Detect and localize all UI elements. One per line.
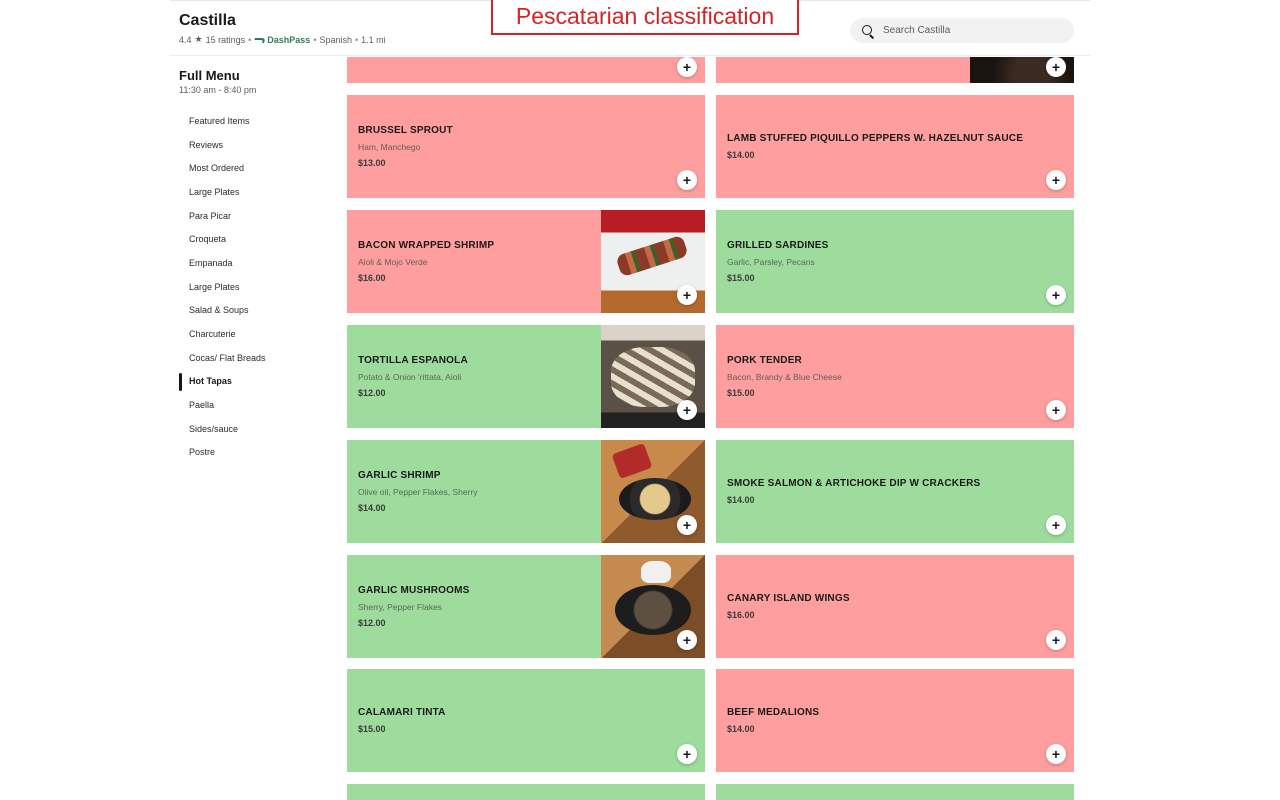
dashpass-icon <box>254 37 265 43</box>
search-input[interactable] <box>883 25 1053 36</box>
menu-item-card-smoke-salmon[interactable]: SMOKE SALMON & ARTICHOKE DIP W CRACKERS … <box>716 440 1074 543</box>
nav-item-large-plates[interactable]: Large Plates <box>179 180 329 204</box>
store-meta: 4.4 ★ 15 ratings • DashPass • Spanish • … <box>179 34 386 45</box>
header-divider <box>170 55 1090 56</box>
menu-item-card[interactable] <box>347 784 705 800</box>
menu-item-card-bacon-wrapped-shrimp[interactable]: BACON WRAPPED SHRIMP Aioli & Mojo Verde … <box>347 210 705 313</box>
menu-item-name: BEEF MEDALIONS <box>727 707 820 718</box>
menu-item-price: $12.00 <box>358 618 386 628</box>
menu-item-name: GRILLED SARDINES <box>727 240 829 251</box>
menu-item-price: $14.00 <box>727 724 755 734</box>
add-item-button[interactable]: + <box>677 515 697 535</box>
nav-item-postre[interactable]: Postre <box>179 441 329 465</box>
nav-item-cocas-flat-breads[interactable]: Cocas/ Flat Breads <box>179 346 329 370</box>
menu-item-name: BACON WRAPPED SHRIMP <box>358 240 495 251</box>
menu-item-price: $14.00 <box>358 503 386 513</box>
add-item-button[interactable]: + <box>677 744 697 764</box>
menu-item-price: $12.00 <box>358 388 386 398</box>
menu-item-card-calamari-tinta[interactable]: CALAMARI TINTA $15.00 + <box>347 669 705 772</box>
nav-item-croqueta[interactable]: Croqueta <box>179 227 329 251</box>
nav-item-empanada[interactable]: Empanada <box>179 251 329 275</box>
menu-item-price: $15.00 <box>358 724 386 734</box>
nav-item-reviews[interactable]: Reviews <box>179 133 329 157</box>
annotation-label: Pescatarian classification <box>491 0 799 35</box>
add-item-button[interactable]: + <box>677 170 697 190</box>
menu-item-card[interactable]: + <box>347 57 705 83</box>
menu-item-price: $16.00 <box>358 273 386 283</box>
menu-item-card-grilled-sardines[interactable]: GRILLED SARDINES Garlic, Parsley, Pecans… <box>716 210 1074 313</box>
menu-item-description: Olive oil, Pepper Flakes, Sherry <box>358 487 478 497</box>
menu-item-card[interactable]: + <box>716 57 1074 83</box>
menu-title: Full Menu <box>179 68 240 83</box>
search-bar[interactable] <box>850 18 1074 43</box>
add-item-button[interactable]: + <box>677 57 697 77</box>
nav-item-para-picar[interactable]: Para Picar <box>179 204 329 228</box>
menu-item-description: Ham, Manchego <box>358 142 421 152</box>
menu-item-name: GARLIC SHRIMP <box>358 470 441 481</box>
star-icon: ★ <box>194 34 203 44</box>
menu-item-price: $13.00 <box>358 158 386 168</box>
menu-item-card[interactable] <box>716 784 1074 800</box>
menu-item-price: $15.00 <box>727 388 755 398</box>
nav-item-hot-tapas[interactable]: Hot Tapas <box>179 370 329 394</box>
menu-item-description: Bacon, Brandy & Blue Cheese <box>727 372 842 382</box>
menu-hours: 11:30 am - 8:40 pm <box>179 85 257 95</box>
add-item-button[interactable]: + <box>677 400 697 420</box>
nav-item-paella[interactable]: Paella <box>179 393 329 417</box>
dashpass-badge: DashPass <box>254 35 310 45</box>
menu-item-price: $16.00 <box>727 610 755 620</box>
nav-item-most-ordered[interactable]: Most Ordered <box>179 156 329 180</box>
store-cuisine: Spanish <box>319 34 352 45</box>
menu-item-description: Aioli & Mojo Verde <box>358 257 428 267</box>
store-name[interactable]: Castilla <box>179 12 236 30</box>
search-icon <box>861 24 875 38</box>
dashpass-label: DashPass <box>267 34 311 45</box>
menu-item-description: Garlic, Parsley, Pecans <box>727 257 815 267</box>
menu-item-card-garlic-shrimp[interactable]: GARLIC SHRIMP Olive oil, Pepper Flakes, … <box>347 440 705 543</box>
add-item-button[interactable]: + <box>1046 400 1066 420</box>
menu-item-price: $14.00 <box>727 150 755 160</box>
menu-item-card-canary-island-wings[interactable]: CANARY ISLAND WINGS $16.00 + <box>716 555 1074 658</box>
nav-item-charcuterie[interactable]: Charcuterie <box>179 322 329 346</box>
menu-item-name: GARLIC MUSHROOMS <box>358 585 470 596</box>
menu-item-description: Potato & Onion 'rittata, Aioli <box>358 372 462 382</box>
add-item-button[interactable]: + <box>1046 515 1066 535</box>
menu-item-name: SMOKE SALMON & ARTICHOKE DIP W CRACKERS <box>727 478 981 489</box>
store-distance: 1.1 mi <box>361 34 386 45</box>
store-ratings-count[interactable]: 15 ratings <box>206 35 246 45</box>
separator-dot: • <box>313 34 317 45</box>
menu-item-name: TORTILLA ESPANOLA <box>358 355 468 366</box>
menu-item-name: CALAMARI TINTA <box>358 707 446 718</box>
menu-item-card-pork-tender[interactable]: PORK TENDER Bacon, Brandy & Blue Cheese … <box>716 325 1074 428</box>
add-item-button[interactable]: + <box>1046 630 1066 650</box>
menu-item-name: BRUSSEL SPROUT <box>358 125 453 136</box>
menu-item-card-beef-medalions[interactable]: BEEF MEDALIONS $14.00 + <box>716 669 1074 772</box>
menu-item-name: LAMB STUFFED PIQUILLO PEPPERS W. HAZELNU… <box>727 133 1024 144</box>
nav-item-salad-soups[interactable]: Salad & Soups <box>179 299 329 323</box>
menu-item-name: CANARY ISLAND WINGS <box>727 593 850 604</box>
add-item-button[interactable]: + <box>1046 285 1066 305</box>
add-item-button[interactable]: + <box>1046 744 1066 764</box>
menu-item-price: $15.00 <box>727 273 755 283</box>
menu-category-nav: Featured Items Reviews Most Ordered Larg… <box>179 109 329 464</box>
menu-item-card-lamb-piquillo[interactable]: LAMB STUFFED PIQUILLO PEPPERS W. HAZELNU… <box>716 95 1074 198</box>
menu-item-description: Sherry, Pepper Flakes <box>358 602 442 612</box>
separator-dot: • <box>248 34 252 45</box>
nav-item-sides-sauce[interactable]: Sides/sauce <box>179 417 329 441</box>
menu-item-price: $14.00 <box>727 495 755 505</box>
add-item-button[interactable]: + <box>677 630 697 650</box>
menu-item-card-garlic-mushrooms[interactable]: GARLIC MUSHROOMS Sherry, Pepper Flakes $… <box>347 555 705 658</box>
add-item-button[interactable]: + <box>1046 170 1066 190</box>
nav-item-featured-items[interactable]: Featured Items <box>179 109 329 133</box>
nav-item-large-plates-2[interactable]: Large Plates <box>179 275 329 299</box>
add-item-button[interactable]: + <box>1046 57 1066 77</box>
menu-item-card-tortilla-espanola[interactable]: TORTILLA ESPANOLA Potato & Onion 'rittat… <box>347 325 705 428</box>
add-item-button[interactable]: + <box>677 285 697 305</box>
menu-item-card-brussel-sprout[interactable]: BRUSSEL SPROUT Ham, Manchego $13.00 + <box>347 95 705 198</box>
menu-item-name: PORK TENDER <box>727 355 802 366</box>
separator-dot: • <box>355 34 359 45</box>
store-rating: 4.4 <box>179 34 192 45</box>
